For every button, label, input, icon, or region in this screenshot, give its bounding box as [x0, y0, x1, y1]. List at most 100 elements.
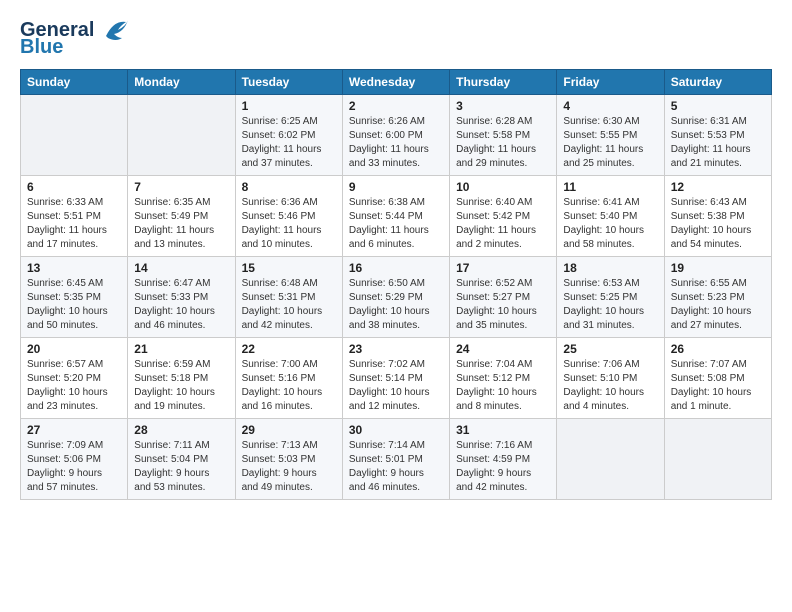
calendar-day-cell: 23Sunrise: 7:02 AMSunset: 5:14 PMDayligh… [342, 338, 449, 419]
calendar-day-cell [664, 419, 771, 500]
day-number: 3 [456, 99, 550, 113]
calendar-day-cell: 17 Sunrise: 6:52 AMSunset: 5:27 PMDayligh… [450, 257, 557, 338]
day-number: 2 [349, 99, 443, 113]
calendar-day-cell: 2Sunrise: 6:26 AMSunset: 6:00 PMDaylight… [342, 95, 449, 176]
day-info: Sunrise: 6:28 AMSunset: 5:58 PMDaylight:… [456, 116, 536, 169]
calendar-day-cell: 25 Sunrise: 7:06 AMSunset: 5:10 PMDayligh… [557, 338, 664, 419]
day-number: 9 [349, 180, 443, 194]
day-info: Sunrise: 7:07 AMSunset: 5:08 PMDaylight:… [671, 359, 752, 412]
day-info: Sunrise: 6:43 AMSunset: 5:38 PMDaylight:… [671, 197, 752, 250]
calendar-day-cell: 24 Sunrise: 7:04 AMSunset: 5:12 PMDayligh… [450, 338, 557, 419]
calendar-day-cell: 30 Sunrise: 7:14 AMSunset: 5:01 PMDayligh… [342, 419, 449, 500]
day-number: 11 [563, 180, 657, 194]
day-number: 10 [456, 180, 550, 194]
calendar-day-cell: 26Sunrise: 7:07 AMSunset: 5:08 PMDayligh… [664, 338, 771, 419]
calendar-day-cell: 13Sunrise: 6:45 AMSunset: 5:35 PMDayligh… [21, 257, 128, 338]
logo-text-blue: Blue [20, 36, 63, 59]
calendar-day-cell: 3 Sunrise: 6:28 AMSunset: 5:58 PMDaylight… [450, 95, 557, 176]
weekday-header-cell: Saturday [664, 70, 771, 95]
page: General Blue SundayMondayTuesdayWednesda… [0, 0, 792, 612]
day-info: Sunrise: 6:59 AMSunset: 5:18 PMDaylight:… [134, 359, 215, 412]
day-number: 8 [242, 180, 336, 194]
calendar-day-cell: 4 Sunrise: 6:30 AMSunset: 5:55 PMDaylight… [557, 95, 664, 176]
day-info: Sunrise: 6:33 AMSunset: 5:51 PMDaylight:… [27, 197, 107, 250]
calendar-day-cell: 5 Sunrise: 6:31 AMSunset: 5:53 PMDaylight… [664, 95, 771, 176]
day-info: Sunrise: 6:57 AMSunset: 5:20 PMDaylight:… [27, 359, 108, 412]
calendar-day-cell: 11 Sunrise: 6:41 AMSunset: 5:40 PMDayligh… [557, 176, 664, 257]
day-number: 30 [349, 423, 443, 437]
day-number: 12 [671, 180, 765, 194]
calendar-day-cell: 10 Sunrise: 6:40 AMSunset: 5:42 PMDayligh… [450, 176, 557, 257]
day-number: 4 [563, 99, 657, 113]
day-info: Sunrise: 6:41 AMSunset: 5:40 PMDaylight:… [563, 197, 644, 250]
day-number: 25 [563, 342, 657, 356]
day-info: Sunrise: 7:11 AMSunset: 5:04 PMDaylight:… [134, 440, 209, 493]
day-info: Sunrise: 6:38 AMSunset: 5:44 PMDaylight:… [349, 197, 429, 250]
calendar-day-cell: 6Sunrise: 6:33 AMSunset: 5:51 PMDaylight… [21, 176, 128, 257]
day-info: Sunrise: 7:16 AMSunset: 4:59 PMDaylight:… [456, 440, 532, 493]
day-number: 14 [134, 261, 228, 275]
day-info: Sunrise: 6:35 AMSunset: 5:49 PMDaylight:… [134, 197, 214, 250]
logo-bird-icon [98, 16, 130, 44]
day-number: 1 [242, 99, 336, 113]
day-number: 27 [27, 423, 121, 437]
calendar-day-cell: 27 Sunrise: 7:09 AMSunset: 5:06 PMDayligh… [21, 419, 128, 500]
calendar-day-cell: 16 Sunrise: 6:50 AMSunset: 5:29 PMDayligh… [342, 257, 449, 338]
day-info: Sunrise: 6:25 AMSunset: 6:02 PMDaylight:… [242, 116, 322, 169]
calendar-day-cell [128, 95, 235, 176]
calendar-day-cell: 22 Sunrise: 7:00 AMSunset: 5:16 PMDayligh… [235, 338, 342, 419]
weekday-header-cell: Thursday [450, 70, 557, 95]
day-info: Sunrise: 7:14 AMSunset: 5:01 PMDaylight:… [349, 440, 425, 493]
day-info: Sunrise: 6:31 AMSunset: 5:53 PMDaylight:… [671, 116, 751, 169]
weekday-header-row: SundayMondayTuesdayWednesdayThursdayFrid… [21, 70, 772, 95]
day-number: 19 [671, 261, 765, 275]
day-info: Sunrise: 7:02 AMSunset: 5:14 PMDaylight:… [349, 359, 430, 412]
day-number: 28 [134, 423, 228, 437]
day-info: Sunrise: 6:36 AMSunset: 5:46 PMDaylight:… [242, 197, 322, 250]
calendar-day-cell: 29 Sunrise: 7:13 AMSunset: 5:03 PMDayligh… [235, 419, 342, 500]
day-info: Sunrise: 6:55 AMSunset: 5:23 PMDaylight:… [671, 278, 752, 331]
day-info: Sunrise: 6:40 AMSunset: 5:42 PMDaylight:… [456, 197, 536, 250]
calendar-table: SundayMondayTuesdayWednesdayThursdayFrid… [20, 69, 772, 500]
calendar-day-cell: 20Sunrise: 6:57 AMSunset: 5:20 PMDayligh… [21, 338, 128, 419]
calendar-day-cell: 8 Sunrise: 6:36 AMSunset: 5:46 PMDaylight… [235, 176, 342, 257]
day-number: 16 [349, 261, 443, 275]
calendar-day-cell: 21 Sunrise: 6:59 AMSunset: 5:18 PMDayligh… [128, 338, 235, 419]
day-info: Sunrise: 6:30 AMSunset: 5:55 PMDaylight:… [563, 116, 643, 169]
calendar-week-row: 13Sunrise: 6:45 AMSunset: 5:35 PMDayligh… [21, 257, 772, 338]
day-number: 31 [456, 423, 550, 437]
day-number: 22 [242, 342, 336, 356]
day-number: 15 [242, 261, 336, 275]
weekday-header-cell: Tuesday [235, 70, 342, 95]
calendar-day-cell [21, 95, 128, 176]
calendar-day-cell: 19 Sunrise: 6:55 AMSunset: 5:23 PMDayligh… [664, 257, 771, 338]
day-info: Sunrise: 6:50 AMSunset: 5:29 PMDaylight:… [349, 278, 430, 331]
day-info: Sunrise: 7:04 AMSunset: 5:12 PMDaylight:… [456, 359, 537, 412]
day-number: 18 [563, 261, 657, 275]
weekday-header-cell: Wednesday [342, 70, 449, 95]
calendar-day-cell: 28 Sunrise: 7:11 AMSunset: 5:04 PMDayligh… [128, 419, 235, 500]
day-info: Sunrise: 7:00 AMSunset: 5:16 PMDaylight:… [242, 359, 323, 412]
calendar-day-cell: 12 Sunrise: 6:43 AMSunset: 5:38 PMDayligh… [664, 176, 771, 257]
calendar-day-cell: 31 Sunrise: 7:16 AMSunset: 4:59 PMDayligh… [450, 419, 557, 500]
day-number: 13 [27, 261, 121, 275]
calendar-body: 1 Sunrise: 6:25 AMSunset: 6:02 PMDaylight… [21, 95, 772, 500]
calendar-week-row: 6Sunrise: 6:33 AMSunset: 5:51 PMDaylight… [21, 176, 772, 257]
calendar-week-row: 1 Sunrise: 6:25 AMSunset: 6:02 PMDaylight… [21, 95, 772, 176]
calendar-day-cell: 15Sunrise: 6:48 AMSunset: 5:31 PMDayligh… [235, 257, 342, 338]
day-number: 29 [242, 423, 336, 437]
day-info: Sunrise: 7:13 AMSunset: 5:03 PMDaylight:… [242, 440, 318, 493]
weekday-header-cell: Sunday [21, 70, 128, 95]
day-info: Sunrise: 6:52 AMSunset: 5:27 PMDaylight:… [456, 278, 537, 331]
calendar-day-cell: 1 Sunrise: 6:25 AMSunset: 6:02 PMDaylight… [235, 95, 342, 176]
day-number: 21 [134, 342, 228, 356]
calendar-day-cell: 18Sunrise: 6:53 AMSunset: 5:25 PMDayligh… [557, 257, 664, 338]
day-info: Sunrise: 7:06 AMSunset: 5:10 PMDaylight:… [563, 359, 644, 412]
day-number: 24 [456, 342, 550, 356]
calendar-week-row: 20Sunrise: 6:57 AMSunset: 5:20 PMDayligh… [21, 338, 772, 419]
header: General Blue [20, 16, 772, 59]
day-info: Sunrise: 7:09 AMSunset: 5:06 PMDaylight:… [27, 440, 103, 493]
calendar-day-cell [557, 419, 664, 500]
day-number: 5 [671, 99, 765, 113]
day-number: 17 [456, 261, 550, 275]
